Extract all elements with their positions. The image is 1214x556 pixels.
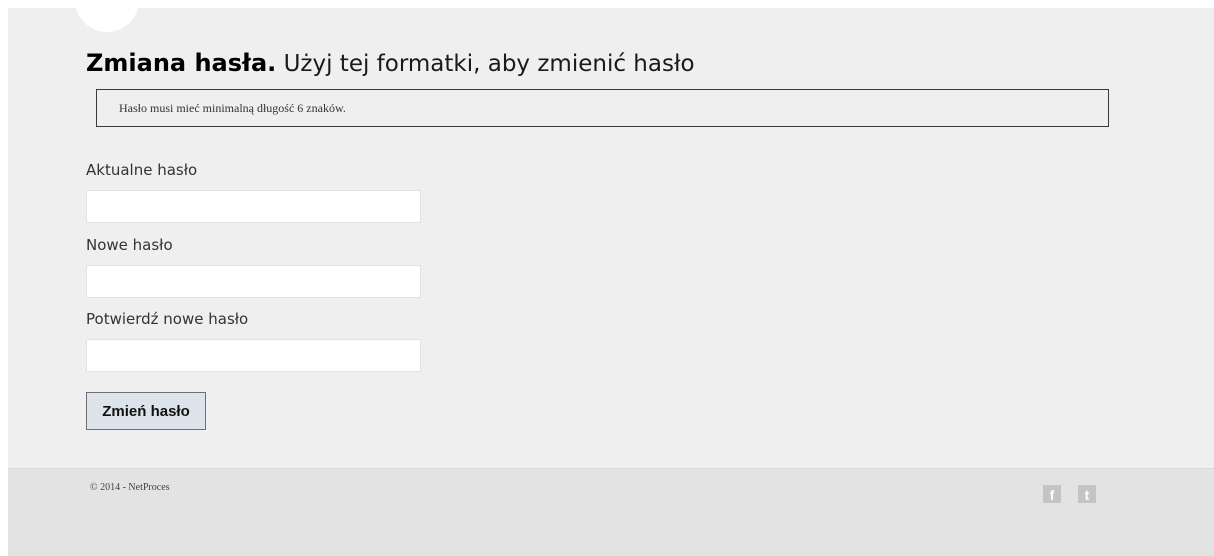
page: Zmiana hasła. Użyj tej formatki, aby zmi…: [8, 8, 1214, 556]
tumblr-icon[interactable]: t: [1078, 485, 1096, 503]
facebook-glyph: f: [1049, 487, 1055, 503]
confirm-password-label: Potwierdź nowe hasło: [86, 310, 249, 328]
page-title-bold: Zmiana hasła.: [86, 49, 277, 77]
password-length-notice: Hasło musi mieć minimalną długość 6 znak…: [119, 101, 346, 115]
page-title: Zmiana hasła. Użyj tej formatki, aby zmi…: [86, 46, 1126, 80]
confirm-password-group: Potwierdź nowe hasło: [86, 308, 426, 372]
copyright-text: © 2014 - NetProces: [90, 482, 170, 493]
facebook-icon[interactable]: f: [1043, 485, 1061, 503]
current-password-input[interactable]: [86, 190, 421, 223]
current-password-label: Aktualne hasło: [86, 161, 198, 179]
confirm-password-input[interactable]: [86, 339, 421, 372]
main-content: Zmiana hasła. Użyj tej formatki, aby zmi…: [86, 46, 1126, 430]
validation-summary: Hasło musi mieć minimalną długość 6 znak…: [96, 89, 1109, 127]
footer: © 2014 - NetProces f t: [8, 468, 1214, 556]
tumblr-glyph: t: [1084, 487, 1090, 503]
new-password-input[interactable]: [86, 265, 421, 298]
current-password-group: Aktualne hasło: [86, 159, 426, 223]
new-password-group: Nowe hasło: [86, 234, 426, 298]
logo[interactable]: [75, 8, 139, 32]
new-password-label: Nowe hasło: [86, 236, 173, 254]
change-password-button[interactable]: Zmień hasło: [86, 392, 206, 430]
page-title-subtitle: Użyj tej formatki, aby zmienić hasło: [283, 51, 695, 77]
